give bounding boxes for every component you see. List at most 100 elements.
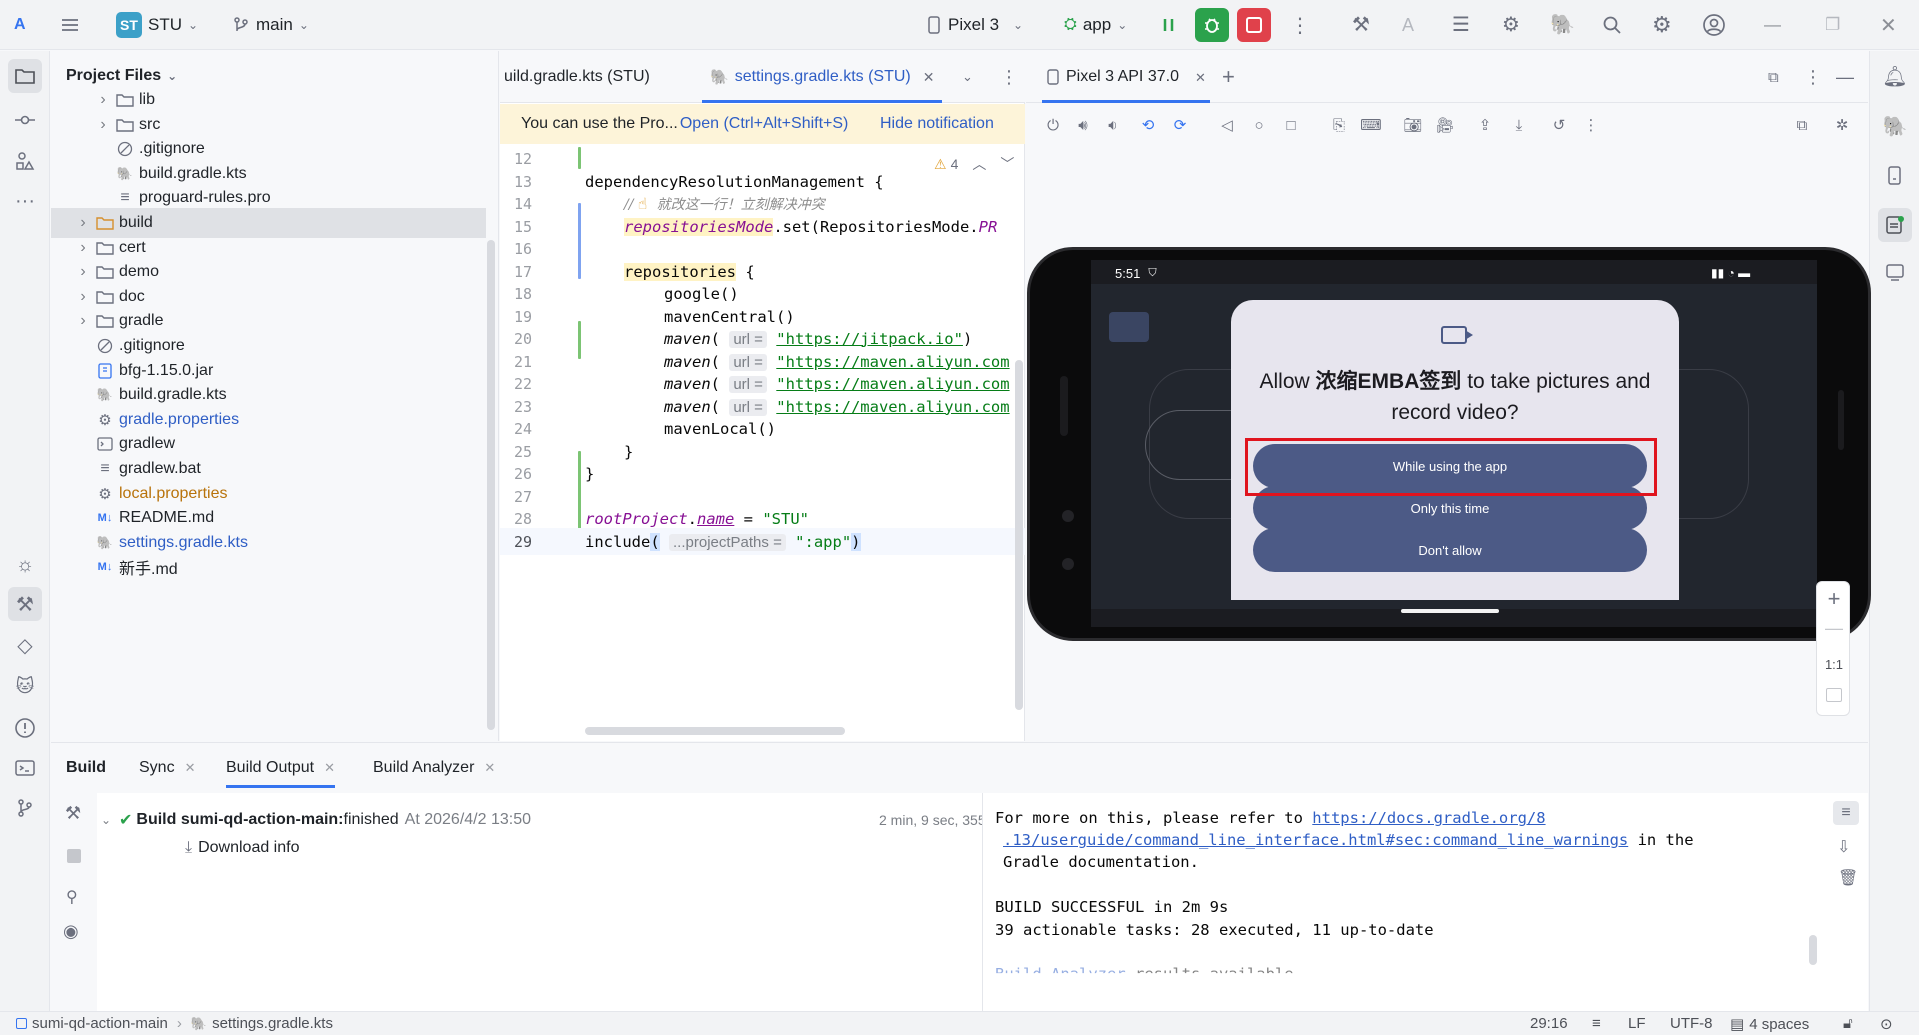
resource-manager-icon[interactable] bbox=[8, 144, 42, 178]
more-actions-icon[interactable]: ⋮ bbox=[1290, 0, 1310, 50]
hide-notification-link[interactable]: Hide notification bbox=[880, 115, 994, 133]
project-selector[interactable]: ST STU ⌄ bbox=[116, 0, 198, 50]
output-scrollbar[interactable] bbox=[1809, 935, 1817, 965]
project-folder-icon[interactable] bbox=[8, 59, 42, 93]
clear-all-icon[interactable]: 🗑︎ bbox=[1838, 868, 1858, 888]
device-manager-icon[interactable] bbox=[1878, 159, 1912, 193]
tab-sync[interactable]: Sync ✕ bbox=[139, 759, 195, 777]
editor-horizontal-scrollbar[interactable] bbox=[585, 727, 845, 735]
translate-icon[interactable]: A bbox=[1402, 0, 1414, 50]
reset-icon[interactable]: ↺ bbox=[1548, 114, 1570, 136]
status-indent[interactable]: ▤ 4 spaces bbox=[1730, 1015, 1809, 1034]
output-link[interactable]: .13/userguide/command_line_interface.htm… bbox=[1003, 831, 1628, 849]
chevron-right-icon[interactable]: › bbox=[75, 263, 91, 281]
add-device-icon[interactable]: + bbox=[1222, 51, 1235, 103]
gradle-icon[interactable]: 🐘 bbox=[1878, 109, 1912, 143]
tab-build-output[interactable]: Build Output ✕ bbox=[226, 759, 335, 788]
minimize-icon[interactable]: — bbox=[1764, 0, 1781, 50]
download-icon[interactable]: ⤓ bbox=[1508, 114, 1530, 136]
debug-bug-icon[interactable]: ☼ bbox=[8, 548, 42, 582]
stop-build-icon[interactable] bbox=[67, 849, 81, 863]
notifications-icon[interactable]: ⊙ bbox=[1880, 1015, 1893, 1033]
debug-button[interactable] bbox=[1195, 8, 1229, 42]
zoom-out-icon[interactable]: — bbox=[1817, 618, 1851, 639]
chevron-right-icon[interactable]: › bbox=[95, 91, 111, 109]
project-panel-header[interactable]: Project Files ⌄ bbox=[66, 67, 177, 85]
rotate-left-icon[interactable]: ⟲ bbox=[1137, 114, 1159, 136]
layout-inspector-icon[interactable]: ⧉ bbox=[1791, 114, 1813, 136]
back-icon[interactable]: ◁ bbox=[1216, 114, 1238, 136]
dont-allow-button[interactable]: Don't allow bbox=[1253, 528, 1647, 572]
status-breadcrumb[interactable]: sumi-qd-action-main › 🐘 settings.gradle.… bbox=[16, 1015, 333, 1032]
zoom-actual-size[interactable]: 1:1 bbox=[1817, 657, 1851, 672]
close-tab-icon[interactable]: ✕ bbox=[324, 760, 335, 776]
close-tab-icon[interactable]: ✕ bbox=[923, 70, 935, 84]
eye-icon[interactable]: ◉ bbox=[63, 921, 79, 942]
volume-down-icon[interactable]: 🔉︎ bbox=[1102, 114, 1124, 136]
volume-up-icon[interactable]: 🔊︎ bbox=[1072, 114, 1094, 136]
zoom-in-icon[interactable]: + bbox=[1817, 586, 1851, 612]
commit-icon[interactable] bbox=[8, 103, 42, 137]
status-position[interactable]: 29:16 bbox=[1530, 1015, 1568, 1032]
keyboard-icon[interactable]: ⌨ bbox=[1360, 114, 1382, 136]
tabs-more-icon[interactable]: ⋮ bbox=[1000, 51, 1018, 103]
branch-selector[interactable]: main ⌄ bbox=[232, 0, 309, 50]
unlock-icon[interactable]: 🔓︎ bbox=[1843, 1015, 1853, 1032]
snapshot-icon[interactable]: ⎘ bbox=[1328, 114, 1350, 136]
running-devices-icon[interactable] bbox=[1878, 208, 1912, 242]
camera-icon[interactable]: 📷︎ bbox=[1402, 114, 1424, 136]
home-icon[interactable]: ○ bbox=[1248, 114, 1270, 136]
build-result-row[interactable]: ⌄ ✔ Build sumi-qd-action-main: finished … bbox=[97, 807, 1032, 833]
close-window-icon[interactable]: ✕ bbox=[1880, 0, 1897, 50]
code-line-current[interactable]: 29 include( ...projectPaths = ":app") bbox=[500, 528, 1025, 555]
gesture-nav-bar[interactable] bbox=[1401, 609, 1499, 613]
profiler-icon[interactable]: ⚙ bbox=[1502, 0, 1520, 50]
overview-icon[interactable]: □ bbox=[1280, 114, 1302, 136]
device-screen[interactable]: 5:51 ⛉ ▮▮ ◔ ▬ Allow 浓缩EMBA签到 to take pic… bbox=[1091, 260, 1817, 627]
settings-gear-icon[interactable]: ⚙ bbox=[1652, 0, 1672, 50]
close-tab-icon[interactable]: ✕ bbox=[484, 760, 495, 776]
close-tab-icon[interactable]: ✕ bbox=[185, 760, 196, 776]
more-tools-icon[interactable]: ··· bbox=[8, 184, 42, 218]
chevron-right-icon[interactable]: › bbox=[75, 288, 91, 306]
stop-button[interactable] bbox=[1237, 8, 1271, 42]
device-explorer-icon[interactable] bbox=[1878, 256, 1912, 290]
tab-pixel3-device[interactable]: Pixel 3 API 37.0 ✕ bbox=[1042, 51, 1210, 103]
device-bug-icon[interactable]: ✲ bbox=[1831, 114, 1853, 136]
notifications-bell-icon[interactable]: 🔔︎ bbox=[1878, 59, 1912, 93]
device-more-icon[interactable]: ⋮ bbox=[1580, 114, 1602, 136]
logcat-cat-icon[interactable]: 🐱 bbox=[8, 669, 42, 703]
gradle-elephant-icon[interactable]: 🐘 bbox=[1550, 0, 1575, 50]
status-line-separator[interactable]: LF bbox=[1628, 1015, 1646, 1032]
gem-icon[interactable]: ◇ bbox=[8, 628, 42, 662]
power-icon[interactable]: ⏻ bbox=[1042, 114, 1064, 136]
project-scrollbar[interactable] bbox=[487, 240, 495, 730]
tab-build-analyzer[interactable]: Build Analyzer ✕ bbox=[373, 759, 495, 777]
output-link[interactable]: https://docs.gradle.org/8 bbox=[1312, 809, 1545, 827]
device-selector[interactable]: Pixel 3 ⌄ bbox=[926, 0, 1023, 50]
scroll-to-end-icon[interactable]: ⇩ bbox=[1837, 837, 1850, 857]
build-tool-icon[interactable]: ⚒ bbox=[1352, 0, 1370, 50]
chevron-right-icon[interactable]: › bbox=[75, 239, 91, 257]
account-icon[interactable] bbox=[1702, 0, 1726, 50]
search-icon[interactable] bbox=[1602, 0, 1622, 50]
status-encoding[interactable]: UTF-8 bbox=[1670, 1015, 1713, 1032]
build-hammer-icon[interactable]: ⚒ bbox=[65, 803, 81, 824]
maximize-icon[interactable]: ❐ bbox=[1825, 0, 1840, 50]
panel-minimize-icon[interactable]: — bbox=[1836, 51, 1854, 103]
fit-screen-icon[interactable] bbox=[1826, 688, 1842, 702]
build-output-console[interactable]: For more on this, please refer to https:… bbox=[982, 793, 1868, 1011]
chevron-right-icon[interactable]: › bbox=[75, 214, 91, 232]
soft-wrap-icon[interactable]: ≡ bbox=[1833, 801, 1859, 825]
upload-icon[interactable]: ⇪ bbox=[1474, 114, 1496, 136]
tabs-dropdown-icon[interactable]: ⌄ bbox=[962, 51, 973, 103]
panel-more-icon[interactable]: ⋮ bbox=[1804, 51, 1822, 103]
git-icon[interactable] bbox=[8, 791, 42, 825]
open-external-icon[interactable]: ⧉ bbox=[1768, 51, 1779, 103]
open-project-structure-link[interactable]: Open (Ctrl+Alt+Shift+S) bbox=[680, 115, 849, 133]
output-link[interactable]: Build Analyzer bbox=[995, 965, 1126, 973]
editor-vertical-scrollbar[interactable] bbox=[1015, 360, 1023, 710]
close-tab-icon[interactable]: ✕ bbox=[1195, 71, 1206, 84]
chevron-right-icon[interactable]: › bbox=[95, 116, 111, 134]
terminal-icon[interactable] bbox=[8, 751, 42, 785]
